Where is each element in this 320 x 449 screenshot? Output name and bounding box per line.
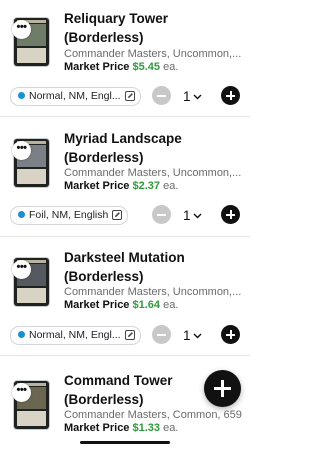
market-price: Market Price $1.33 ea.: [64, 422, 179, 434]
home-indicator: [80, 441, 170, 444]
quantity-select[interactable]: 1: [183, 86, 202, 106]
add-card-fab-button[interactable]: [204, 370, 241, 407]
card-name: Reliquary Tower (Borderless): [64, 11, 169, 45]
increase-quantity-button[interactable]: [221, 205, 240, 224]
more-options-icon[interactable]: •••: [12, 141, 31, 160]
market-price: Market Price $1.64 ea.: [64, 299, 179, 311]
condition-chip[interactable]: Foil, NM, English: [10, 206, 129, 226]
divider: [0, 116, 250, 117]
condition-chip[interactable]: Normal, NM, Engl...: [10, 87, 141, 106]
printing-dot-icon: [18, 211, 25, 218]
chevron-down-icon: [193, 325, 202, 344]
edit-icon: [124, 329, 135, 346]
divider: [0, 236, 250, 237]
market-price: Market Price $5.45 ea.: [64, 61, 179, 73]
condition-chip[interactable]: Normal, NM, Engl...: [10, 326, 141, 345]
increase-quantity-button[interactable]: [221, 325, 240, 344]
card-set-info: Commander Masters, Common, 659: [64, 409, 242, 421]
decrease-quantity-button[interactable]: [152, 205, 171, 224]
quantity-select[interactable]: 1: [183, 205, 202, 225]
market-price: Market Price $2.37 ea.: [64, 180, 179, 192]
edit-icon: [124, 90, 135, 107]
chevron-down-icon: [193, 205, 202, 224]
decrease-quantity-button[interactable]: [152, 325, 171, 344]
increase-quantity-button[interactable]: [221, 86, 240, 105]
card-name: Darksteel Mutation (Borderless): [64, 250, 185, 284]
card-set-info: Commander Masters, Uncommon,...: [64, 167, 242, 179]
chevron-down-icon: [193, 86, 202, 105]
card-set-info: Commander Masters, Uncommon,...: [64, 286, 242, 298]
quantity-select[interactable]: 1: [183, 325, 202, 345]
divider: [0, 355, 250, 356]
decrease-quantity-button[interactable]: [152, 86, 171, 105]
more-options-icon[interactable]: •••: [12, 260, 31, 279]
printing-dot-icon: [18, 92, 25, 99]
card-name: Command Tower (Borderless): [64, 373, 173, 407]
more-options-icon[interactable]: •••: [12, 383, 31, 402]
printing-dot-icon: [18, 331, 25, 338]
more-options-icon[interactable]: •••: [12, 20, 31, 39]
card-name: Myriad Landscape (Borderless): [64, 131, 182, 165]
card-set-info: Commander Masters, Uncommon,...: [64, 48, 242, 60]
edit-icon: [112, 209, 123, 226]
